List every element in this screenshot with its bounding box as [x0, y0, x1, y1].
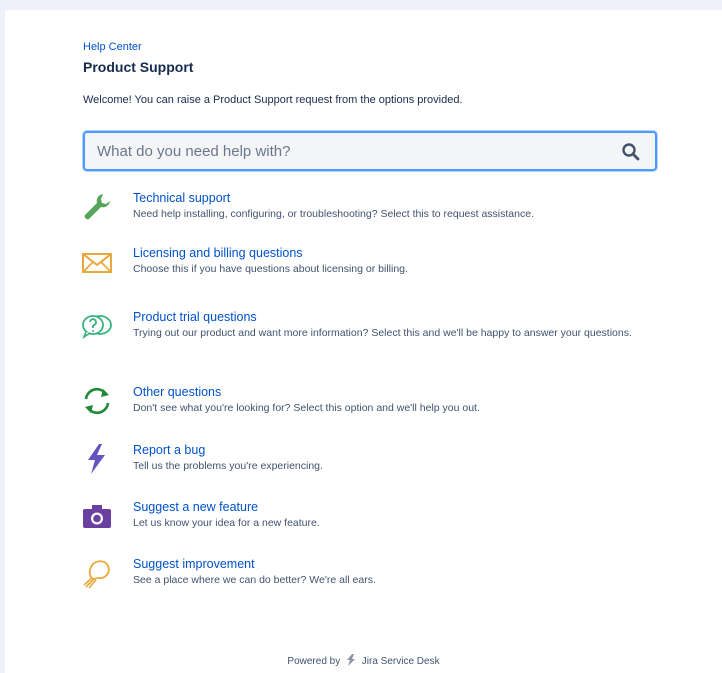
powered-by-label: Powered by: [287, 656, 341, 668]
page-title: Product Support: [83, 59, 194, 75]
option-description: Trying out our product and want more inf…: [133, 327, 632, 339]
breadcrumb-help-center[interactable]: Help Center: [83, 41, 657, 54]
lightbulb-icon: [81, 557, 113, 589]
option-title: Other questions: [133, 385, 222, 399]
page-container: Help Center Product Support Welcome! You…: [5, 10, 722, 673]
wrench-icon: [81, 191, 113, 223]
jira-service-desk-link[interactable]: Jira Service Desk: [362, 656, 440, 667]
option-description: Tell us the problems you're experiencing…: [133, 460, 323, 472]
refresh-arrows-icon: [81, 385, 113, 417]
option-description: Don't see what you're looking for? Selec…: [133, 402, 480, 414]
request-type-list: Technical support Need help installing, …: [81, 191, 657, 597]
option-title: Suggest improvement: [133, 557, 255, 571]
search-box: [83, 131, 657, 171]
camera-icon: [81, 500, 113, 532]
request-type-licensing-billing[interactable]: Licensing and billing questions Choose t…: [81, 246, 657, 310]
request-type-report-bug[interactable]: Report a bug Tell us the problems you're…: [83, 443, 657, 500]
option-description: Choose this if you have questions about …: [133, 263, 408, 275]
request-type-technical-support[interactable]: Technical support Need help installing, …: [83, 191, 657, 246]
option-description: Let us know your idea for a new feature.: [133, 517, 320, 529]
option-description: See a place where we can do better? We'r…: [133, 574, 376, 586]
request-type-product-trial[interactable]: Product trial questions Trying out our p…: [81, 310, 657, 385]
main-content: Help Center Product Support Welcome! You…: [81, 41, 657, 597]
request-type-other-questions[interactable]: Other questions Don't see what you're lo…: [83, 385, 657, 443]
footer: Powered by Jira Service Desk: [5, 654, 722, 669]
request-type-new-feature[interactable]: Suggest a new feature Let us know your i…: [83, 500, 657, 557]
option-title: Technical support: [133, 191, 231, 205]
jira-logo-icon: [345, 654, 357, 669]
option-title: Suggest a new feature: [133, 500, 259, 514]
lightning-bolt-icon: [81, 443, 113, 475]
question-bubble-icon: [81, 310, 113, 342]
welcome-message: Welcome! You can raise a Product Support…: [83, 94, 463, 106]
option-description: Need help installing, configuring, or tr…: [133, 208, 534, 220]
search-icon[interactable]: [621, 142, 641, 162]
request-type-suggest-improvement[interactable]: Suggest improvement See a place where we…: [83, 557, 657, 597]
option-title: Licensing and billing questions: [133, 246, 303, 260]
search-input[interactable]: [85, 133, 655, 169]
option-title: Product trial questions: [133, 310, 257, 324]
envelope-icon: [81, 246, 113, 278]
option-title: Report a bug: [133, 443, 206, 457]
